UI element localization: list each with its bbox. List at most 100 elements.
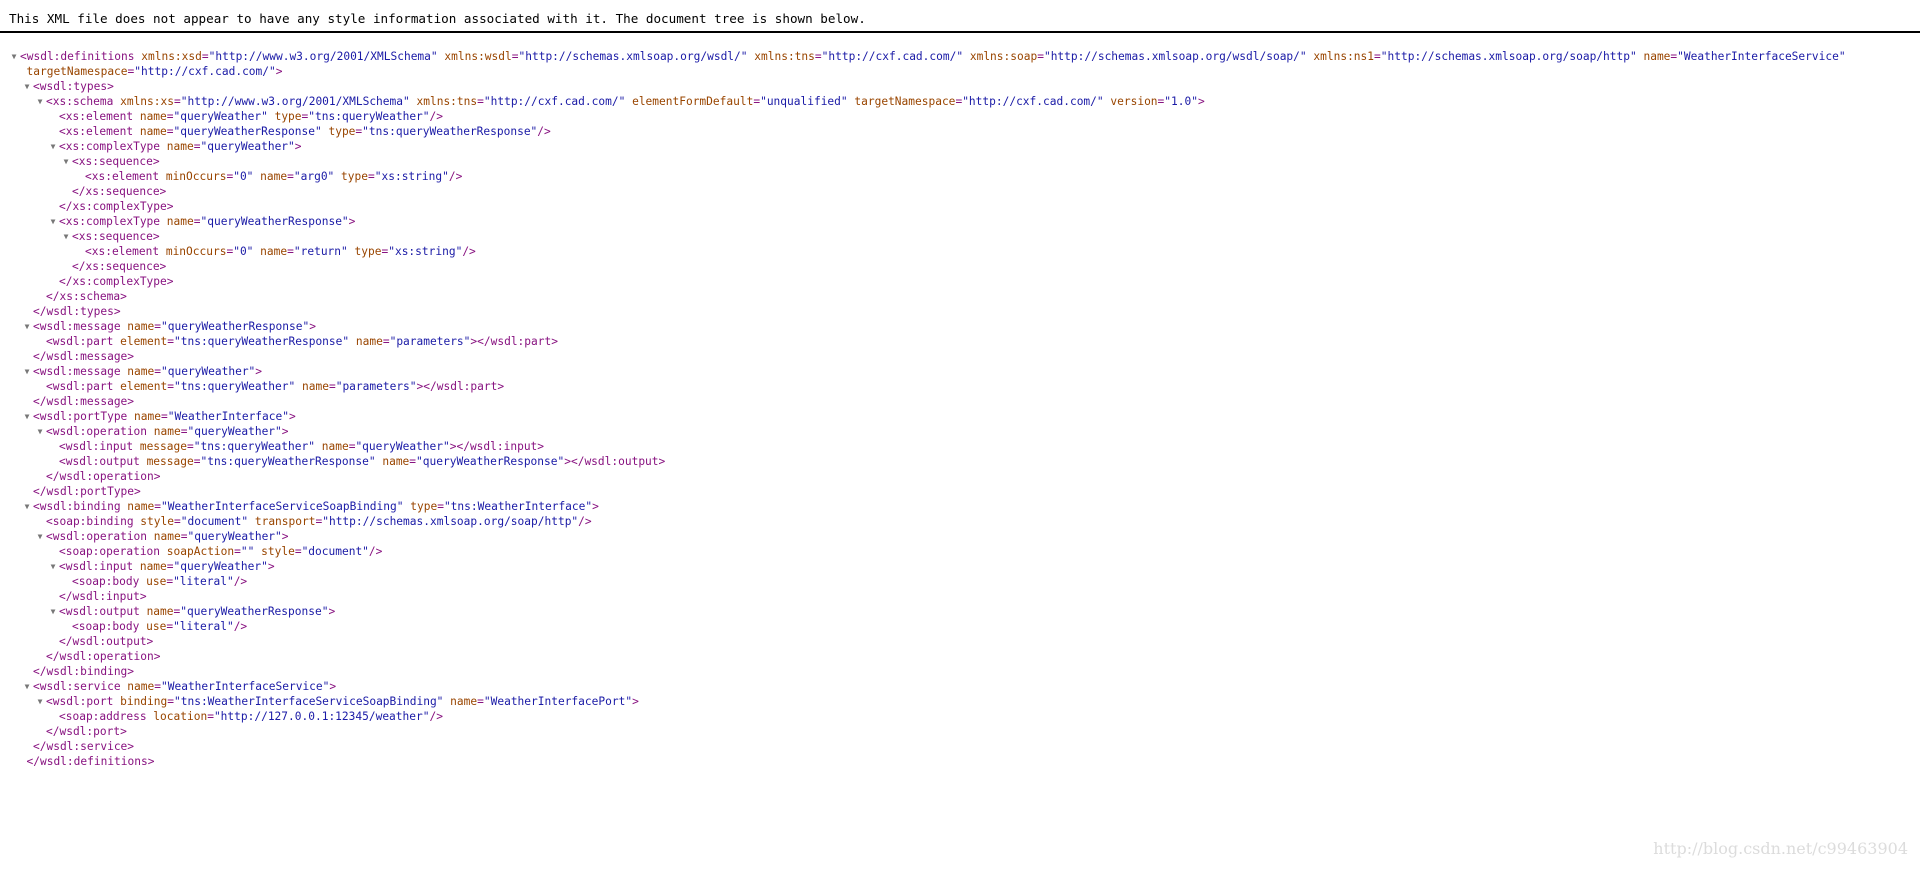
xml-tag-token: </xs:sequence> bbox=[72, 185, 167, 198]
collapse-triangle-icon[interactable]: ▼ bbox=[22, 79, 32, 94]
collapse-triangle-icon[interactable]: ▼ bbox=[22, 364, 32, 379]
xml-attribute-value: "return" bbox=[293, 245, 348, 258]
collapse-triangle-icon[interactable]: ▼ bbox=[22, 499, 32, 514]
collapse-triangle-icon[interactable]: ▼ bbox=[35, 424, 45, 439]
xml-tag-token: = bbox=[1374, 50, 1381, 63]
xml-line: <wsdl:part element="tns:queryWeather" na… bbox=[0, 379, 1920, 394]
xml-attribute-value: "document" bbox=[301, 545, 369, 558]
xml-line: <wsdl:input message="tns:queryWeather" n… bbox=[0, 439, 1920, 454]
xml-attribute-value: "xs:string" bbox=[388, 245, 463, 258]
collapse-triangle-icon[interactable]: ▼ bbox=[22, 679, 32, 694]
collapse-triangle-icon[interactable]: ▼ bbox=[48, 139, 58, 154]
xml-tag-token: <wsdl:message bbox=[33, 365, 128, 378]
xml-attribute-name: type bbox=[354, 245, 382, 258]
xml-tag-token: > bbox=[294, 140, 302, 153]
xml-attribute-value: "http://schemas.xmlsoap.org/soap/http" bbox=[1380, 50, 1637, 63]
xml-tag-token: > bbox=[309, 320, 316, 333]
xml-attribute-value: "http://www.w3.org/2001/XMLSchema" bbox=[208, 50, 438, 63]
xml-attribute-value: "tns:queryWeatherResponse" bbox=[362, 125, 538, 138]
collapse-triangle-icon[interactable]: ▼ bbox=[61, 229, 71, 244]
xml-tag-token: > bbox=[592, 500, 599, 513]
xml-tag-token: /> bbox=[368, 545, 383, 558]
xml-tag-token: = bbox=[207, 710, 214, 723]
xml-attribute-value: "1.0" bbox=[1164, 95, 1198, 108]
xml-tag-token: > bbox=[1197, 95, 1205, 108]
xml-attribute-value: "unqualified" bbox=[760, 95, 848, 108]
xml-line: </wsdl:definitions> bbox=[0, 754, 1920, 769]
xml-tag-token: </wsdl:message> bbox=[33, 350, 135, 363]
xml-text-token bbox=[410, 95, 417, 108]
collapse-triangle-icon[interactable]: ▼ bbox=[48, 559, 58, 574]
xml-tag-token: <wsdl:service bbox=[33, 680, 128, 693]
xml-tag-token: = bbox=[201, 50, 209, 63]
xml-text-token bbox=[315, 440, 322, 453]
xml-line: </wsdl:operation> bbox=[0, 469, 1920, 484]
xml-attribute-name: type bbox=[341, 170, 368, 183]
xml-tag-token: = bbox=[167, 335, 174, 348]
xml-attribute-name: xmlns:tns bbox=[754, 50, 815, 63]
xml-line: ▼ <wsdl:operation name="queryWeather"> bbox=[0, 529, 1920, 544]
xml-tag-token: = bbox=[368, 170, 375, 183]
xml-text-token bbox=[268, 110, 275, 123]
xml-attribute-name: name bbox=[134, 410, 161, 423]
xml-tag-token: /> bbox=[537, 125, 551, 138]
xml-attribute-name: xmlns:tns bbox=[416, 95, 478, 108]
xml-line: <xs:element minOccurs="0" name="arg0" ty… bbox=[0, 169, 1920, 184]
xml-tag-token: <xs:complexType bbox=[59, 215, 167, 228]
xml-tag-token: = bbox=[511, 50, 519, 63]
xml-attribute-name: xmlns:xsd bbox=[141, 50, 202, 63]
xml-tag-token: = bbox=[477, 695, 484, 708]
collapse-triangle-icon[interactable]: ▼ bbox=[9, 49, 19, 64]
collapse-triangle-icon[interactable]: ▼ bbox=[48, 604, 58, 619]
xml-line: targetNamespace="http://cxf.cad.com/"> bbox=[0, 64, 1920, 79]
xml-tag-token: </wsdl:message> bbox=[33, 395, 135, 408]
xml-line: ▼ <wsdl:port binding="tns:WeatherInterfac… bbox=[0, 694, 1920, 709]
xml-tag-token: = bbox=[166, 125, 174, 138]
xml-line: <soap:body use="literal"/> bbox=[0, 574, 1920, 589]
xml-line: <xs:element minOccurs="0" name="return" … bbox=[0, 244, 1920, 259]
xml-line: </wsdl:binding> bbox=[0, 664, 1920, 679]
xml-line: <wsdl:part element="tns:queryWeatherResp… bbox=[0, 334, 1920, 349]
xml-attribute-name: use bbox=[146, 575, 167, 588]
xml-line: ▼ <wsdl:portType name="WeatherInterface"> bbox=[0, 409, 1920, 424]
collapse-triangle-icon[interactable]: ▼ bbox=[22, 409, 32, 424]
xml-tag-token: <soap:binding bbox=[46, 515, 141, 528]
xml-tag-token: </wsdl:operation> bbox=[46, 650, 161, 663]
xml-line: </wsdl:output> bbox=[0, 634, 1920, 649]
xml-attribute-value: "queryWeather" bbox=[355, 440, 450, 453]
xml-tag-token: = bbox=[173, 95, 181, 108]
xml-line: ▼ <wsdl:operation name="queryWeather"> bbox=[0, 424, 1920, 439]
xml-document-tree: ▼ <wsdl:definitions xmlns:xsd="http://www… bbox=[0, 49, 1920, 769]
collapse-triangle-icon[interactable]: ▼ bbox=[48, 214, 58, 229]
xml-tag-token: > bbox=[267, 560, 275, 573]
xml-attribute-name: use bbox=[146, 620, 167, 633]
xml-tag-token: = bbox=[382, 335, 390, 348]
xml-tag-token: = bbox=[167, 695, 174, 708]
xml-attribute-name: element bbox=[120, 335, 168, 348]
xml-tag-token: = bbox=[437, 500, 444, 513]
xml-attribute-name: name bbox=[139, 110, 167, 123]
xml-attribute-name: name bbox=[127, 365, 155, 378]
xml-tag-token: <soap:body bbox=[72, 575, 147, 588]
xml-attribute-value: "0" bbox=[233, 170, 254, 183]
xml-tag-token: </xs:complexType> bbox=[59, 200, 174, 213]
xml-tag-token: <wsdl:definitions bbox=[20, 50, 142, 63]
collapse-triangle-icon[interactable]: ▼ bbox=[35, 529, 45, 544]
collapse-triangle-icon[interactable]: ▼ bbox=[22, 319, 32, 334]
xml-text-token bbox=[963, 50, 970, 63]
xml-tag-token: > bbox=[275, 65, 283, 78]
xml-tag-token: = bbox=[477, 95, 484, 108]
xml-tag-token: <xs:sequence> bbox=[72, 230, 160, 243]
collapse-triangle-icon[interactable]: ▼ bbox=[35, 694, 45, 709]
xml-attribute-value: "http://schemas.xmlsoap.org/wsdl/" bbox=[518, 50, 748, 63]
collapse-triangle-icon[interactable]: ▼ bbox=[35, 94, 45, 109]
xml-line: </xs:complexType> bbox=[0, 199, 1920, 214]
xml-tag-token: <xs:element bbox=[85, 170, 166, 183]
collapse-triangle-icon[interactable]: ▼ bbox=[61, 154, 71, 169]
xml-attribute-value: "queryWeather" bbox=[173, 560, 268, 573]
xml-attribute-value: "tns:queryWeatherResponse" bbox=[200, 455, 376, 468]
xml-tag-token: </wsdl:service> bbox=[33, 740, 135, 753]
xml-tag-token: = bbox=[161, 410, 168, 423]
xml-tag-token: <wsdl:part bbox=[46, 335, 121, 348]
xml-attribute-value: "http://cxf.cad.com/" bbox=[821, 50, 964, 63]
